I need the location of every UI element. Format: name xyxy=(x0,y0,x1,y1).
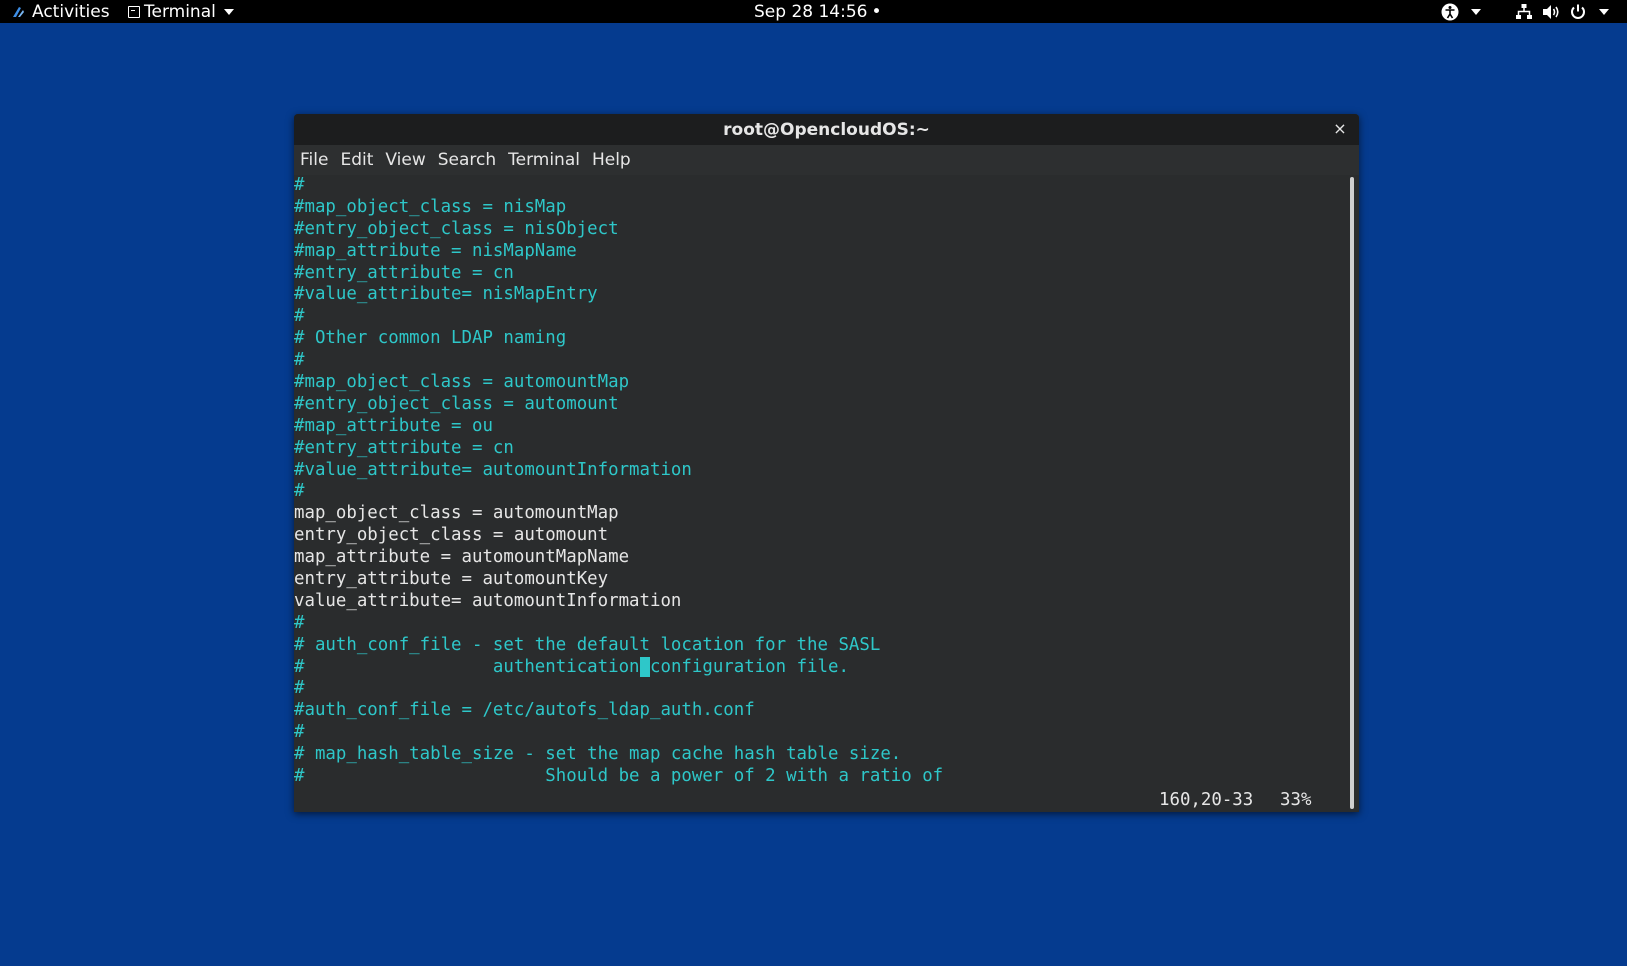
menu-terminal[interactable]: Terminal xyxy=(502,150,586,170)
window-titlebar[interactable]: root@OpencloudOS:~ × xyxy=(294,114,1359,145)
terminal-icon xyxy=(128,5,140,18)
chevron-down-icon xyxy=(223,8,234,15)
terminal-line: #auth_conf_file = /etc/autofs_ldap_auth.… xyxy=(294,700,755,721)
terminal-line: value_attribute= automountInformation xyxy=(294,590,682,611)
network-icon xyxy=(1516,3,1532,19)
top-bar: Activities Terminal Sep 28 14:56 • xyxy=(0,0,1627,23)
app-menu[interactable]: Terminal xyxy=(128,0,234,23)
terminal-line: #entry_object_class = automount xyxy=(294,393,619,414)
power-icon xyxy=(1571,4,1585,19)
terminal-line: #entry_object_class = nisObject xyxy=(294,218,619,239)
terminal-line: map_attribute = automountMapName xyxy=(294,547,630,568)
terminal-line: # xyxy=(294,612,305,633)
terminal-line: # auth_conf_file - set the default locat… xyxy=(294,634,881,655)
terminal-line: #value_attribute= automountInformation xyxy=(294,459,692,480)
activities-button[interactable]: Activities xyxy=(10,0,110,23)
clock-label: Sep 28 14:56 xyxy=(754,1,868,22)
terminal-line: # xyxy=(294,481,305,502)
activities-logo-icon xyxy=(13,6,24,17)
window-title: root@OpencloudOS:~ xyxy=(723,119,930,140)
terminal-line: # Other common LDAP naming xyxy=(294,328,567,349)
scroll-percent: 33% xyxy=(1280,790,1312,810)
system-menu[interactable] xyxy=(1441,0,1609,23)
close-icon[interactable]: × xyxy=(1331,120,1349,138)
menu-file[interactable]: File xyxy=(294,150,334,170)
terminal-line: #value_attribute= nisMapEntry xyxy=(294,284,598,305)
menu-help[interactable]: Help xyxy=(586,150,637,170)
terminal-line: #entry_attribute = cn xyxy=(294,437,514,458)
terminal-line: #map_object_class = nisMap xyxy=(294,196,567,217)
terminal-content[interactable]: # #map_object_class = nisMap #entry_object… xyxy=(294,175,1344,812)
terminal-window: root@OpencloudOS:~ × File Edit View Sear… xyxy=(294,114,1359,812)
notification-dot: • xyxy=(871,1,882,22)
text-cursor xyxy=(639,656,650,677)
chevron-down-icon xyxy=(1471,8,1481,15)
terminal-line: # xyxy=(294,722,305,743)
scrollbar-thumb[interactable] xyxy=(1350,177,1354,809)
terminal-line: entry_object_class = automount xyxy=(294,525,609,546)
activities-label: Activities xyxy=(32,1,110,22)
menu-bar: File Edit View Search Terminal Help xyxy=(294,145,1359,175)
terminal-line: # Should be a power of 2 with a ratio of xyxy=(294,766,944,787)
terminal-line: # xyxy=(294,678,305,699)
menu-search[interactable]: Search xyxy=(432,150,502,170)
terminal-line: # xyxy=(294,350,305,371)
menu-edit[interactable]: Edit xyxy=(334,150,379,170)
terminal-line: # map_hash_table_size - set the map cach… xyxy=(294,744,902,765)
volume-icon xyxy=(1543,4,1559,19)
accessibility-icon[interactable] xyxy=(1441,3,1459,21)
vim-status-line: 160,20-33 33% xyxy=(294,789,1344,811)
terminal-line: # xyxy=(294,306,305,327)
terminal-line: #map_object_class = automountMap xyxy=(294,372,630,393)
chevron-down-icon xyxy=(1599,8,1609,15)
terminal-line: # xyxy=(294,175,305,195)
terminal-line: #entry_attribute = cn xyxy=(294,262,514,283)
app-menu-label: Terminal xyxy=(144,1,216,22)
terminal-line: map_object_class = automountMap xyxy=(294,503,619,524)
cursor-position: 160,20-33 xyxy=(1159,790,1254,810)
scrollbar[interactable] xyxy=(1344,175,1359,812)
terminal-line: #map_attribute = nisMapName xyxy=(294,240,577,261)
clock[interactable]: Sep 28 14:56 • xyxy=(754,0,882,23)
terminal-line: #map_attribute = ou xyxy=(294,415,493,436)
terminal-line: # authentication configuration file. xyxy=(294,656,849,677)
terminal-line: entry_attribute = automountKey xyxy=(294,569,609,590)
menu-view[interactable]: View xyxy=(379,150,431,170)
